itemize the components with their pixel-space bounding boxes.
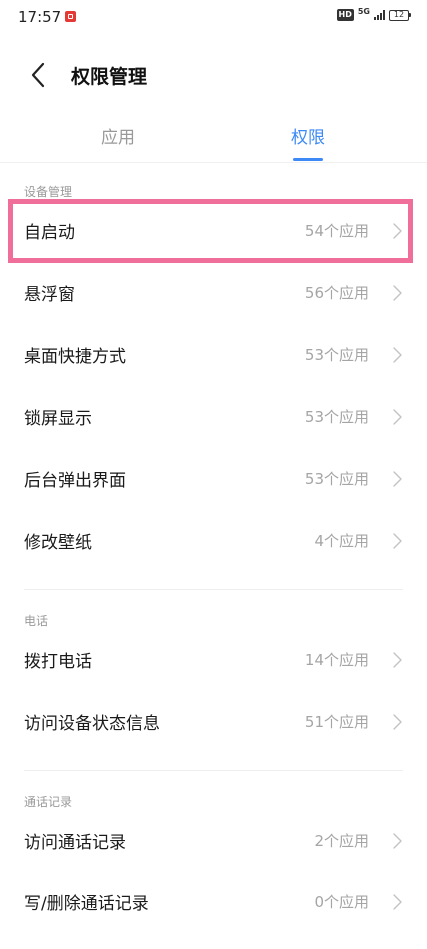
chevron-right-icon [393, 533, 402, 549]
signal-icon [374, 10, 385, 20]
list-item-label: 自启动 [24, 223, 75, 243]
list-item-count: 56个应用 [304, 284, 369, 302]
list-item-label: 锁屏显示 [24, 409, 92, 429]
status-icons: HD 5G 12 [336, 7, 411, 21]
list-item-write-delete-call-log[interactable]: 写/删除通话记录 0个应用 [0, 871, 427, 933]
chevron-right-icon [393, 894, 402, 910]
list-item-count: 53个应用 [304, 470, 369, 488]
battery-icon: 12 [389, 9, 411, 21]
chevron-right-icon [393, 714, 402, 730]
chevron-right-icon [393, 285, 402, 301]
list-item-auto-start[interactable]: 自启动 54个应用 [0, 200, 427, 262]
back-button[interactable] [24, 60, 54, 90]
chevron-right-icon [393, 223, 402, 239]
list-item-count: 54个应用 [304, 222, 369, 240]
list-item-label: 桌面快捷方式 [24, 347, 126, 367]
list-item-label: 修改壁纸 [24, 533, 92, 553]
chevron-right-icon [393, 347, 402, 363]
list-item-background-popup[interactable]: 后台弹出界面 53个应用 [0, 448, 427, 510]
list-item-count: 0个应用 [314, 893, 369, 911]
tab-permissions[interactable]: 权限 [291, 123, 325, 148]
page-title: 权限管理 [71, 66, 148, 88]
list-item-count: 14个应用 [304, 651, 369, 669]
list-item-count: 51个应用 [304, 713, 369, 731]
chevron-right-icon [393, 471, 402, 487]
battery-level: 12 [393, 9, 405, 19]
list-item-label: 拨打电话 [24, 652, 92, 672]
chevron-right-icon [393, 833, 402, 849]
list-item-device-status[interactable]: 访问设备状态信息 51个应用 [0, 691, 427, 753]
list-item-count: 53个应用 [304, 408, 369, 426]
app-notification-icon [65, 11, 76, 22]
list-item-label: 访问设备状态信息 [24, 714, 160, 734]
chevron-right-icon [393, 409, 402, 425]
network-type-label: 5G [357, 7, 370, 16]
hd-icon: HD [336, 9, 354, 21]
list-item-desktop-shortcut[interactable]: 桌面快捷方式 53个应用 [0, 324, 427, 386]
tab-bar: 应用 权限 [0, 115, 427, 165]
list-item-count: 4个应用 [314, 532, 369, 550]
list-item-change-wallpaper[interactable]: 修改壁纸 4个应用 [0, 510, 427, 572]
section-divider [24, 589, 403, 590]
tab-active-indicator [293, 158, 323, 161]
list-item-label: 访问通话记录 [24, 833, 126, 853]
tab-apps[interactable]: 应用 [101, 123, 135, 148]
list-item-label: 写/删除通话记录 [24, 894, 149, 914]
list-item-label: 悬浮窗 [24, 285, 75, 305]
list-item-label: 后台弹出界面 [24, 471, 126, 491]
back-arrow-icon [31, 62, 45, 88]
section-header-call-log: 通话记录 [24, 795, 73, 809]
tab-divider [0, 162, 427, 163]
list-item-count: 2个应用 [314, 832, 369, 850]
chevron-right-icon [393, 652, 402, 668]
list-item-lock-screen-display[interactable]: 锁屏显示 53个应用 [0, 386, 427, 448]
section-header-phone: 电话 [24, 614, 49, 628]
section-header-device-management: 设备管理 [24, 185, 73, 199]
list-item-read-call-log[interactable]: 访问通话记录 2个应用 [0, 810, 427, 872]
section-divider [24, 770, 403, 771]
list-item-count: 53个应用 [304, 346, 369, 364]
list-item-floating-window[interactable]: 悬浮窗 56个应用 [0, 262, 427, 324]
status-time: 17:57 [18, 8, 62, 26]
app-header: 权限管理 [0, 50, 427, 100]
list-item-make-calls[interactable]: 拨打电话 14个应用 [0, 629, 427, 691]
status-bar: 17:57 HD 5G 12 [0, 0, 427, 34]
